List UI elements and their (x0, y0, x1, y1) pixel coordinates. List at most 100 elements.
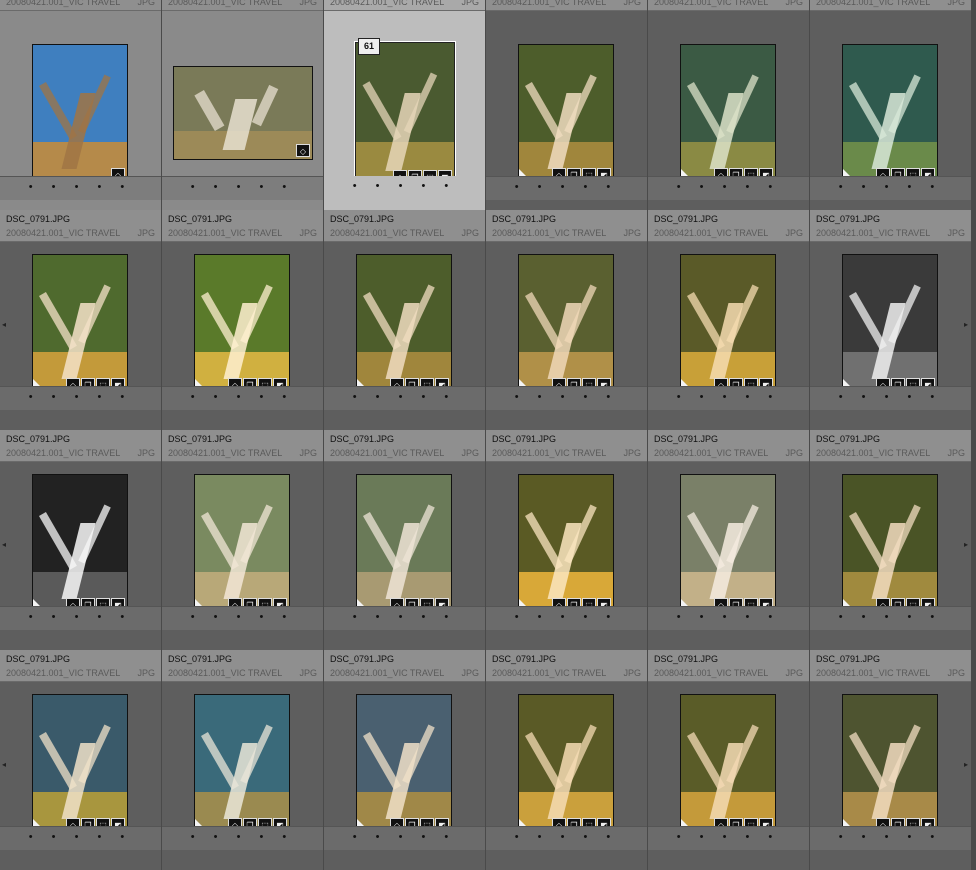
thumbnail-cell[interactable]: DSC_0791.JPG20080421.001_VIC TRAVELJPG◇❐… (0, 430, 162, 650)
thumbnail-cell[interactable]: DSC_0791.JPG20080421.001_VIC TRAVELJPG◇❐… (810, 0, 972, 210)
photo-thumbnail[interactable]: ◇❐⬚◩ (194, 474, 290, 614)
thumbnail-cell[interactable]: DSC_0791.JPG20080421.001_VIC TRAVELJPG◇❐… (0, 650, 162, 870)
thumbnail-cell[interactable]: DSC_0791.JPG20080421.001_VIC TRAVELJPG◇❐… (810, 650, 972, 870)
thumbnail-cell[interactable]: DSC_0791.JPG20080421.001_VIC TRAVELJPG◇❐… (810, 210, 972, 430)
rating-dots[interactable]: • • • • • (324, 386, 485, 410)
photo-thumbnail[interactable]: ◇❐⬚◩ (356, 474, 452, 614)
folder-name: 20080421.001_VIC TRAVEL (6, 0, 121, 7)
cell-header: DSC_0791.JPG20080421.001_VIC TRAVELJPG (648, 0, 809, 11)
rating-dots[interactable]: • • • • • (162, 826, 323, 850)
photo-thumbnail[interactable]: ◇❐⬚◩ (680, 254, 776, 394)
photo-thumbnail[interactable]: ◇❐⬚◩ (680, 694, 776, 834)
file-name: DSC_0791.JPG (6, 434, 71, 444)
rating-dots[interactable]: • • • • • (810, 826, 971, 850)
file-type: JPG (461, 668, 479, 678)
photo-thumbnail[interactable]: ◇❐⬚◩ (32, 474, 128, 614)
file-name: DSC_0791.JPG (168, 434, 233, 444)
rating-dots[interactable]: • • • • • (324, 606, 485, 630)
rating-dots[interactable]: • • • • • (162, 176, 323, 200)
rating-dots[interactable]: • • • • • (0, 606, 161, 630)
thumbnail-cell[interactable]: DSC_0791.JPG20080421.001_VIC TRAVELJPG◇❐… (648, 210, 810, 430)
rating-dots[interactable]: • • • • • (162, 386, 323, 410)
rating-dots[interactable]: • • • • • (648, 826, 809, 850)
photo-thumbnail[interactable]: ◇❐⬚◩ (842, 254, 938, 394)
photo-thumbnail[interactable]: ◇ (32, 44, 128, 184)
cell-header: DSC_0791.JPG20080421.001_VIC TRAVELJPG (324, 650, 485, 682)
photo-thumbnail[interactable]: ◇❐⬚◩ (842, 694, 938, 834)
rating-dots[interactable]: • • • • • (810, 176, 971, 200)
thumbnail-cell[interactable]: DSC_0791.JPG20080421.001_VIC TRAVELJPG ◇❐… (324, 650, 486, 870)
file-name: DSC_0791.JPG (168, 214, 233, 224)
photo-thumbnail[interactable]: ◇❐⬚◩ (194, 694, 290, 834)
cell-header: DSC_0791.JPG20080421.001_VIC TRAVELJPG (162, 0, 323, 11)
rating-dots[interactable]: • • • • • (648, 176, 809, 200)
thumbnail-cell[interactable]: DSC_0791.JPG20080421.001_VIC TRAVELJPG◇❐… (0, 210, 162, 430)
thumbnail-cell[interactable]: DSC_0791.JPG20080421.001_VIC TRAVELJPG◇❐… (648, 650, 810, 870)
thumbnail-cell[interactable]: DSC_0791.JPG20080421.001_VIC TRAVELJPG◇❐… (162, 430, 324, 650)
right-arrow-icon[interactable]: ▸ (964, 320, 968, 329)
photo-thumbnail[interactable]: ◇❐⬚◩ (354, 41, 456, 187)
thumbnail-cell[interactable]: DSC_0791.JPG20080421.001_VIC TRAVELJPG◇❐… (486, 430, 648, 650)
rating-dots[interactable]: • • • • • (810, 386, 971, 410)
photo-thumbnail[interactable]: ◇ (173, 66, 313, 160)
thumbnail-cell[interactable]: DSC_0791.JPG20080421.001_VIC TRAVELJPG ◇ •… (162, 0, 324, 210)
thumbnail-cell[interactable]: DSC_0791.JPG20080421.001_VIC TRAVELJPG ◇❐… (324, 210, 486, 430)
thumbnail-cell[interactable]: DSC_0791.JPG20080421.001_VIC TRAVELJPG ◇❐… (648, 0, 810, 210)
thumbnail-cell[interactable]: DSC_0791.JPG20080421.001_VIC TRAVELJPG◇❐… (810, 430, 972, 650)
thumbnail-cell[interactable]: DSC_0791.JPG20080421.001_VIC TRAVELJPG ◇❐… (486, 0, 648, 210)
rating-dots[interactable]: • • • • • (324, 176, 485, 199)
right-arrow-icon[interactable]: ▸ (964, 760, 968, 769)
rating-dots[interactable]: • • • • • (486, 606, 647, 630)
rating-dots[interactable]: • • • • • (0, 826, 161, 850)
left-arrow-icon[interactable]: ◂ (2, 540, 6, 549)
rating-dots[interactable]: • • • • • (648, 386, 809, 410)
left-arrow-icon[interactable]: ◂ (2, 320, 6, 329)
rating-dots[interactable]: • • • • • (810, 606, 971, 630)
right-arrow-icon[interactable]: ▸ (964, 540, 968, 549)
photo-thumbnail[interactable]: ◇❐⬚◩ (842, 474, 938, 614)
folder-name: 20080421.001_VIC TRAVEL (330, 228, 445, 238)
cell-header: DSC_0791.JPG20080421.001_VIC TRAVELJPG (162, 650, 323, 682)
thumbnail-cell[interactable]: DSC_0791.JPG20080421.001_VIC TRAVELJPG◇❐… (648, 430, 810, 650)
file-name: DSC_0791.JPG (492, 214, 557, 224)
rating-dots[interactable]: • • • • • (0, 176, 161, 200)
thumbnail-grid: DSC_0791.JPG20080421.001_VIC TRAVELJPG◇•… (0, 0, 976, 870)
thumbnail-cell[interactable]: DSC_0791.JPG20080421.001_VIC TRAVELJPG◇❐… (324, 0, 486, 210)
rating-dots[interactable]: • • • • • (648, 606, 809, 630)
rating-dots[interactable]: • • • • • (486, 176, 647, 200)
photo-thumbnail[interactable]: ◇❐⬚◩ (680, 474, 776, 614)
tag-icon[interactable]: ◇ (296, 144, 310, 157)
thumbnail-cell[interactable]: DSC_0791.JPG20080421.001_VIC TRAVELJPG◇❐… (486, 650, 648, 870)
photo-thumbnail[interactable]: ◇❐⬚◩ (518, 44, 614, 184)
folder-name: 20080421.001_VIC TRAVEL (492, 668, 607, 678)
file-type: JPG (137, 0, 155, 7)
photo-thumbnail[interactable]: ◇❐⬚◩ (518, 694, 614, 834)
rating-dots[interactable]: • • • • • (0, 386, 161, 410)
photo-thumbnail[interactable]: ◇❐⬚◩ (518, 254, 614, 394)
photo-thumbnail[interactable]: ◇❐⬚◩ (842, 44, 938, 184)
photo-thumbnail[interactable]: ◇❐⬚◩ (680, 44, 776, 184)
file-type: JPG (623, 448, 641, 458)
photo-thumbnail[interactable]: ◇❐⬚◩ (32, 694, 128, 834)
file-type: JPG (947, 0, 965, 7)
thumbnail-cell[interactable]: DSC_0791.JPG20080421.001_VIC TRAVELJPG◇❐… (162, 210, 324, 430)
file-name: DSC_0791.JPG (816, 654, 881, 664)
photo-thumbnail[interactable]: ◇❐⬚◩ (518, 474, 614, 614)
photo-thumbnail[interactable]: ◇❐⬚◩ (356, 694, 452, 834)
cell-header: DSC_0791.JPG20080421.001_VIC TRAVELJPG (324, 210, 485, 242)
cell-header: DSC_0791.JPG20080421.001_VIC TRAVELJPG (486, 0, 647, 11)
photo-thumbnail[interactable]: ◇❐⬚◩ (356, 254, 452, 394)
photo-thumbnail[interactable]: ◇❐⬚◩ (194, 254, 290, 394)
rating-dots[interactable]: • • • • • (162, 606, 323, 630)
rating-dots[interactable]: • • • • • (486, 826, 647, 850)
thumbnail-cell[interactable]: DSC_0791.JPG20080421.001_VIC TRAVELJPG◇❐… (324, 430, 486, 650)
photo-thumbnail[interactable]: ◇❐⬚◩ (32, 254, 128, 394)
thumbnail-cell[interactable]: DSC_0791.JPG20080421.001_VIC TRAVELJPG◇❐… (486, 210, 648, 430)
left-arrow-icon[interactable]: ◂ (2, 760, 6, 769)
rating-dots[interactable]: • • • • • (324, 826, 485, 850)
rating-dots[interactable]: • • • • • (486, 386, 647, 410)
file-type: JPG (785, 668, 803, 678)
thumbnail-cell[interactable]: DSC_0791.JPG20080421.001_VIC TRAVELJPG◇•… (0, 0, 162, 210)
file-type: JPG (137, 228, 155, 238)
thumbnail-cell[interactable]: DSC_0791.JPG20080421.001_VIC TRAVELJPG ◇❐… (162, 650, 324, 870)
